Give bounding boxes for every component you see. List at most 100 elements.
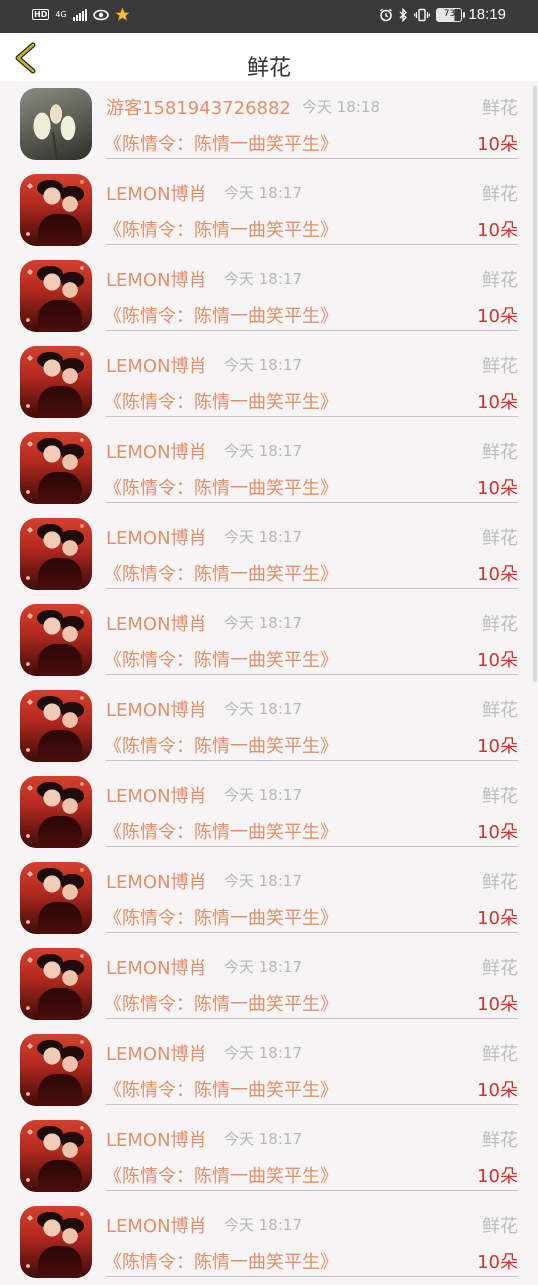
gift-count: 10朵 xyxy=(477,478,518,499)
gift-count: 10朵 xyxy=(477,736,518,757)
vibrate-icon xyxy=(414,8,431,22)
gift-count: 10朵 xyxy=(477,650,518,671)
avatar[interactable] xyxy=(20,432,92,504)
list-item[interactable]: LEMON博肖 今天 18:17 鲜花 《陈情令：陈情一曲笑平生》 10朵 xyxy=(0,511,538,597)
user-name[interactable]: LEMON博肖 xyxy=(106,438,207,464)
user-name[interactable]: LEMON博肖 xyxy=(106,524,207,550)
work-title[interactable]: 《陈情令：陈情一曲笑平生》 xyxy=(104,904,338,930)
avatar[interactable] xyxy=(20,1206,92,1278)
user-name[interactable]: LEMON博肖 xyxy=(106,1126,207,1152)
signal-icon xyxy=(72,8,87,21)
avatar[interactable] xyxy=(20,1034,92,1106)
work-title[interactable]: 《陈情令：陈情一曲笑平生》 xyxy=(104,1076,338,1102)
list-item[interactable]: LEMON博肖 今天 18:17 鲜花 《陈情令：陈情一曲笑平生》 10朵 xyxy=(0,339,538,425)
gift-count: 10朵 xyxy=(477,134,518,155)
user-name[interactable]: LEMON博肖 xyxy=(106,1212,207,1238)
header: 鲜花 xyxy=(0,33,538,81)
divider xyxy=(106,158,518,159)
gift-type: 鲜花 xyxy=(482,184,518,205)
list-item[interactable]: LEMON博肖 今天 18:17 鲜花 《陈情令：陈情一曲笑平生》 10朵 xyxy=(0,1113,538,1199)
status-left: HD 4G xyxy=(32,7,130,22)
gift-type: 鲜花 xyxy=(482,98,518,119)
divider xyxy=(106,1018,518,1019)
scrollbar[interactable] xyxy=(533,86,537,682)
avatar[interactable] xyxy=(20,88,92,160)
time-text: 今天 18:17 xyxy=(224,1130,302,1148)
gift-count: 10朵 xyxy=(477,1252,518,1273)
work-title[interactable]: 《陈情令：陈情一曲笑平生》 xyxy=(104,302,338,328)
work-title[interactable]: 《陈情令：陈情一曲笑平生》 xyxy=(104,1248,338,1274)
time-text: 今天 18:17 xyxy=(224,1044,302,1062)
work-title[interactable]: 《陈情令：陈情一曲笑平生》 xyxy=(104,646,338,672)
divider xyxy=(106,1104,518,1105)
work-title[interactable]: 《陈情令：陈情一曲笑平生》 xyxy=(104,818,338,844)
list-item[interactable]: LEMON博肖 今天 18:17 鲜花 《陈情令：陈情一曲笑平生》 10朵 xyxy=(0,941,538,1027)
divider xyxy=(106,1276,518,1277)
gift-type: 鲜花 xyxy=(482,356,518,377)
gift-list: 游客1581943726882 今天 18:18 鲜花 《陈情令：陈情一曲笑平生… xyxy=(0,81,538,1285)
user-name[interactable]: LEMON博肖 xyxy=(106,352,207,378)
avatar[interactable] xyxy=(20,1120,92,1192)
user-name[interactable]: LEMON博肖 xyxy=(106,696,207,722)
list-item[interactable]: LEMON博肖 今天 18:17 鲜花 《陈情令：陈情一曲笑平生》 10朵 xyxy=(0,769,538,855)
page-title: 鲜花 xyxy=(246,56,291,81)
avatar[interactable] xyxy=(20,862,92,934)
gift-type: 鲜花 xyxy=(482,1130,518,1151)
gift-count: 10朵 xyxy=(477,1166,518,1187)
eye-icon xyxy=(92,9,109,21)
avatar[interactable] xyxy=(20,690,92,762)
user-name[interactable]: LEMON博肖 xyxy=(106,180,207,206)
list-item[interactable]: LEMON博肖 今天 18:17 鲜花 《陈情令：陈情一曲笑平生》 10朵 xyxy=(0,855,538,941)
work-title[interactable]: 《陈情令：陈情一曲笑平生》 xyxy=(104,732,338,758)
clock: 18:19 xyxy=(468,6,506,23)
gift-count: 10朵 xyxy=(477,1080,518,1101)
avatar[interactable] xyxy=(20,604,92,676)
avatar[interactable] xyxy=(20,260,92,332)
status-bar: HD 4G 73 18:19 xyxy=(0,0,538,33)
gift-count: 10朵 xyxy=(477,220,518,241)
user-name[interactable]: LEMON博肖 xyxy=(106,782,207,808)
work-title[interactable]: 《陈情令：陈情一曲笑平生》 xyxy=(104,216,338,242)
user-name[interactable]: LEMON博肖 xyxy=(106,868,207,894)
time-text: 今天 18:17 xyxy=(224,270,302,288)
work-title[interactable]: 《陈情令：陈情一曲笑平生》 xyxy=(104,388,338,414)
list-item[interactable]: LEMON博肖 今天 18:17 鲜花 《陈情令：陈情一曲笑平生》 10朵 xyxy=(0,683,538,769)
list-item[interactable]: LEMON博肖 今天 18:17 鲜花 《陈情令：陈情一曲笑平生》 10朵 xyxy=(0,1199,538,1285)
avatar[interactable] xyxy=(20,776,92,848)
avatar[interactable] xyxy=(20,948,92,1020)
list-item[interactable]: LEMON博肖 今天 18:17 鲜花 《陈情令：陈情一曲笑平生》 10朵 xyxy=(0,1027,538,1113)
divider xyxy=(106,330,518,331)
user-name[interactable]: LEMON博肖 xyxy=(106,266,207,292)
time-text: 今天 18:17 xyxy=(224,614,302,632)
time-text: 今天 18:17 xyxy=(224,700,302,718)
alarm-icon xyxy=(379,8,393,22)
gift-type: 鲜花 xyxy=(482,528,518,549)
gift-count: 10朵 xyxy=(477,564,518,585)
user-name[interactable]: LEMON博肖 xyxy=(106,610,207,636)
work-title[interactable]: 《陈情令：陈情一曲笑平生》 xyxy=(104,474,338,500)
divider xyxy=(106,244,518,245)
time-text: 今天 18:17 xyxy=(224,442,302,460)
time-text: 今天 18:17 xyxy=(224,958,302,976)
list-item[interactable]: 游客1581943726882 今天 18:18 鲜花 《陈情令：陈情一曲笑平生… xyxy=(0,81,538,167)
user-name[interactable]: 游客1581943726882 xyxy=(106,94,291,120)
avatar[interactable] xyxy=(20,518,92,590)
work-title[interactable]: 《陈情令：陈情一曲笑平生》 xyxy=(104,560,338,586)
avatar[interactable] xyxy=(20,346,92,418)
gift-type: 鲜花 xyxy=(482,700,518,721)
user-name[interactable]: LEMON博肖 xyxy=(106,954,207,980)
divider xyxy=(106,502,518,503)
gift-count: 10朵 xyxy=(477,306,518,327)
gift-count: 10朵 xyxy=(477,822,518,843)
list-item[interactable]: LEMON博肖 今天 18:17 鲜花 《陈情令：陈情一曲笑平生》 10朵 xyxy=(0,253,538,339)
time-text: 今天 18:17 xyxy=(224,528,302,546)
list-item[interactable]: LEMON博肖 今天 18:17 鲜花 《陈情令：陈情一曲笑平生》 10朵 xyxy=(0,425,538,511)
work-title[interactable]: 《陈情令：陈情一曲笑平生》 xyxy=(104,990,338,1016)
user-name[interactable]: LEMON博肖 xyxy=(106,1040,207,1066)
avatar[interactable] xyxy=(20,174,92,246)
divider xyxy=(106,674,518,675)
list-item[interactable]: LEMON博肖 今天 18:17 鲜花 《陈情令：陈情一曲笑平生》 10朵 xyxy=(0,167,538,253)
list-item[interactable]: LEMON博肖 今天 18:17 鲜花 《陈情令：陈情一曲笑平生》 10朵 xyxy=(0,597,538,683)
work-title[interactable]: 《陈情令：陈情一曲笑平生》 xyxy=(104,130,338,156)
work-title[interactable]: 《陈情令：陈情一曲笑平生》 xyxy=(104,1162,338,1188)
